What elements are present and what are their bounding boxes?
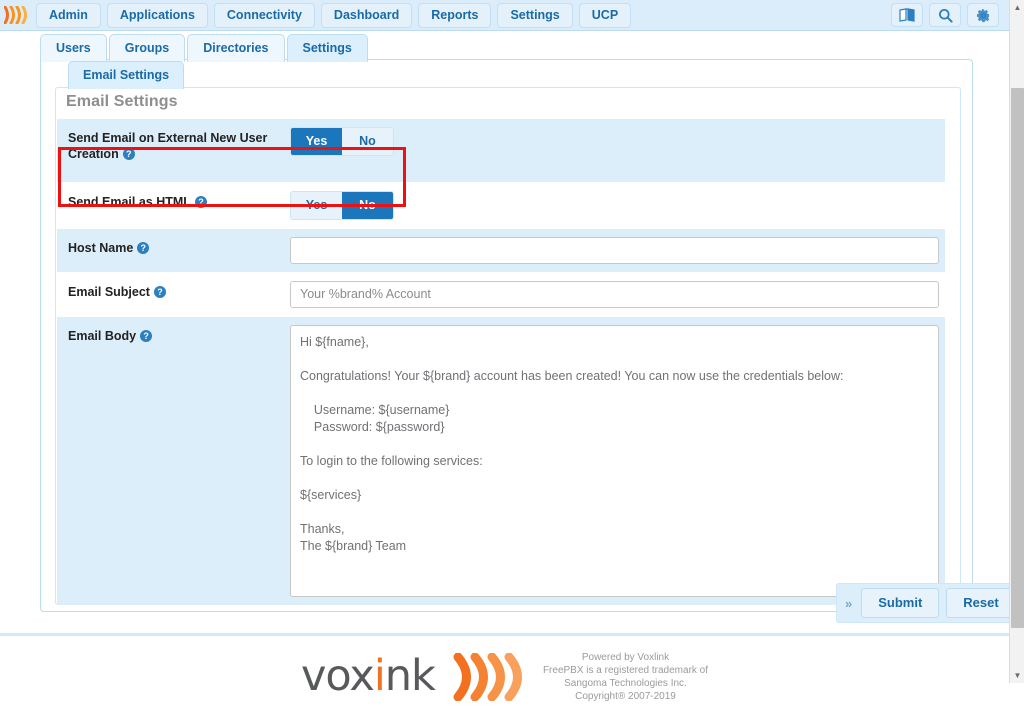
toggle-option-yes[interactable]: Yes — [291, 128, 342, 155]
gear-icon-svg — [976, 8, 989, 22]
help-icon[interactable]: ? — [140, 330, 153, 342]
form-control-email-body: Hi ${fname}, Congratulations! Your ${bra… — [290, 317, 945, 605]
form-control-email-subject: Your %brand% Account — [290, 273, 945, 316]
gear-icon[interactable] — [967, 3, 999, 27]
footer-credits: Powered by Voxlink FreePBX is a register… — [543, 651, 708, 703]
help-icon[interactable]: ? — [122, 148, 135, 160]
form-label-send-email-html: Send Email as HTML? — [57, 183, 290, 221]
reset-button[interactable]: Reset — [946, 588, 1016, 618]
form-row-send-email-html: Send Email as HTML? Yes No — [57, 183, 945, 229]
email-subject-input[interactable]: Your %brand% Account — [290, 281, 939, 308]
toggle-option-yes[interactable]: Yes — [291, 192, 342, 219]
nav-item-reports[interactable]: Reports — [418, 2, 492, 28]
toggle-option-no[interactable]: No — [342, 192, 393, 219]
form-row-email-body: Email Body? Hi ${fname}, Congratulations… — [57, 317, 945, 606]
voxlink-waves-icon-svg — [4, 6, 27, 24]
voxlink-wordmark-b: nk — [384, 651, 436, 701]
email-settings-form: Send Email on External New User Creation… — [57, 119, 945, 606]
page-content: Users Groups Directories Settings Email … — [0, 31, 1023, 702]
tab-directories[interactable]: Directories — [187, 34, 285, 62]
secondary-tabs: Email Settings — [68, 61, 185, 89]
footer-line-company: Sangoma Technologies Inc. — [564, 677, 687, 689]
voxlink-wordmark-a: vox — [300, 651, 375, 701]
voxlink-waves-icon-svg — [453, 652, 522, 701]
footer-divider — [0, 633, 1009, 636]
voxlink-waves-icon — [453, 652, 525, 701]
nav-item-ucp[interactable]: UCP — [578, 2, 632, 28]
page-footer: voxink Powered by Voxlink FreePBX is a r… — [0, 639, 1009, 714]
nav-item-admin[interactable]: Admin — [36, 2, 101, 28]
navbar-menu: Admin Applications Connectivity Dashboar… — [34, 2, 632, 28]
expand-chevron-icon[interactable]: » — [843, 596, 854, 611]
language-book-icon-svg — [899, 8, 915, 22]
tab-email-settings[interactable]: Email Settings — [68, 61, 185, 89]
tab-users[interactable]: Users — [40, 34, 107, 62]
scroll-down-arrow-icon[interactable]: ▼ — [1010, 668, 1024, 683]
footer-line-copyright: Copyright® 2007-2019 — [575, 690, 676, 702]
email-body-textarea[interactable]: Hi ${fname}, Congratulations! Your ${bra… — [290, 325, 939, 597]
nav-item-connectivity[interactable]: Connectivity — [213, 2, 315, 28]
host-name-input[interactable] — [290, 237, 939, 264]
form-row-email-subject: Email Subject? Your %brand% Account — [57, 273, 945, 317]
form-control-host-name — [290, 229, 945, 272]
top-navbar: Admin Applications Connectivity Dashboar… — [0, 0, 1009, 31]
form-row-send-email-external: Send Email on External New User Creation… — [57, 119, 945, 183]
toggle-option-no[interactable]: No — [342, 128, 393, 155]
form-label-text: Email Subject — [68, 285, 150, 299]
page-title: Email Settings — [66, 93, 178, 110]
scroll-up-arrow-icon[interactable]: ▲ — [1010, 0, 1024, 15]
help-icon[interactable]: ? — [153, 286, 166, 298]
form-control-send-email-external: Yes No — [290, 119, 945, 164]
form-label-text: Host Name — [68, 241, 134, 255]
form-label-host-name: Host Name? — [57, 229, 290, 267]
help-icon[interactable]: ? — [194, 196, 207, 208]
form-control-send-email-html: Yes No — [290, 183, 945, 228]
search-icon[interactable] — [929, 3, 961, 27]
form-label-text: Send Email as HTML — [68, 195, 191, 209]
toggle-send-email-html[interactable]: Yes No — [290, 191, 394, 220]
form-actions: » Submit Reset — [836, 583, 1023, 623]
tab-groups[interactable]: Groups — [108, 34, 186, 62]
nav-item-settings[interactable]: Settings — [497, 2, 573, 28]
search-icon-svg — [938, 8, 953, 23]
form-label-email-body: Email Body? — [57, 317, 290, 355]
toggle-send-email-external[interactable]: Yes No — [290, 127, 394, 156]
voxlink-wordmark: voxink — [301, 655, 436, 698]
primary-tabs: Users Groups Directories Settings — [40, 34, 368, 62]
nav-item-dashboard[interactable]: Dashboard — [320, 2, 413, 28]
form-label-text: Send Email on External New User Creation — [68, 131, 268, 161]
voxlink-wordmark-i: i — [373, 651, 386, 701]
footer-line-trademark: FreePBX is a registered trademark of — [542, 664, 709, 676]
language-book-icon[interactable] — [891, 3, 923, 27]
form-label-send-email-external: Send Email on External New User Creation… — [57, 119, 290, 173]
tab-settings[interactable]: Settings — [286, 34, 368, 62]
nav-item-applications[interactable]: Applications — [106, 2, 208, 28]
help-icon[interactable]: ? — [137, 242, 150, 254]
voxlink-waves-icon[interactable] — [0, 0, 34, 31]
form-label-text: Email Body — [68, 329, 137, 343]
submit-button[interactable]: Submit — [861, 588, 940, 618]
vertical-scrollbar[interactable]: ▲ ▼ — [1009, 0, 1024, 683]
footer-line-powered-by: Powered by Voxlink — [581, 651, 670, 663]
navbar-tools — [891, 3, 1009, 27]
form-row-host-name: Host Name? — [57, 229, 945, 273]
scrollbar-thumb[interactable] — [1011, 88, 1024, 628]
form-label-email-subject: Email Subject? — [57, 273, 290, 311]
